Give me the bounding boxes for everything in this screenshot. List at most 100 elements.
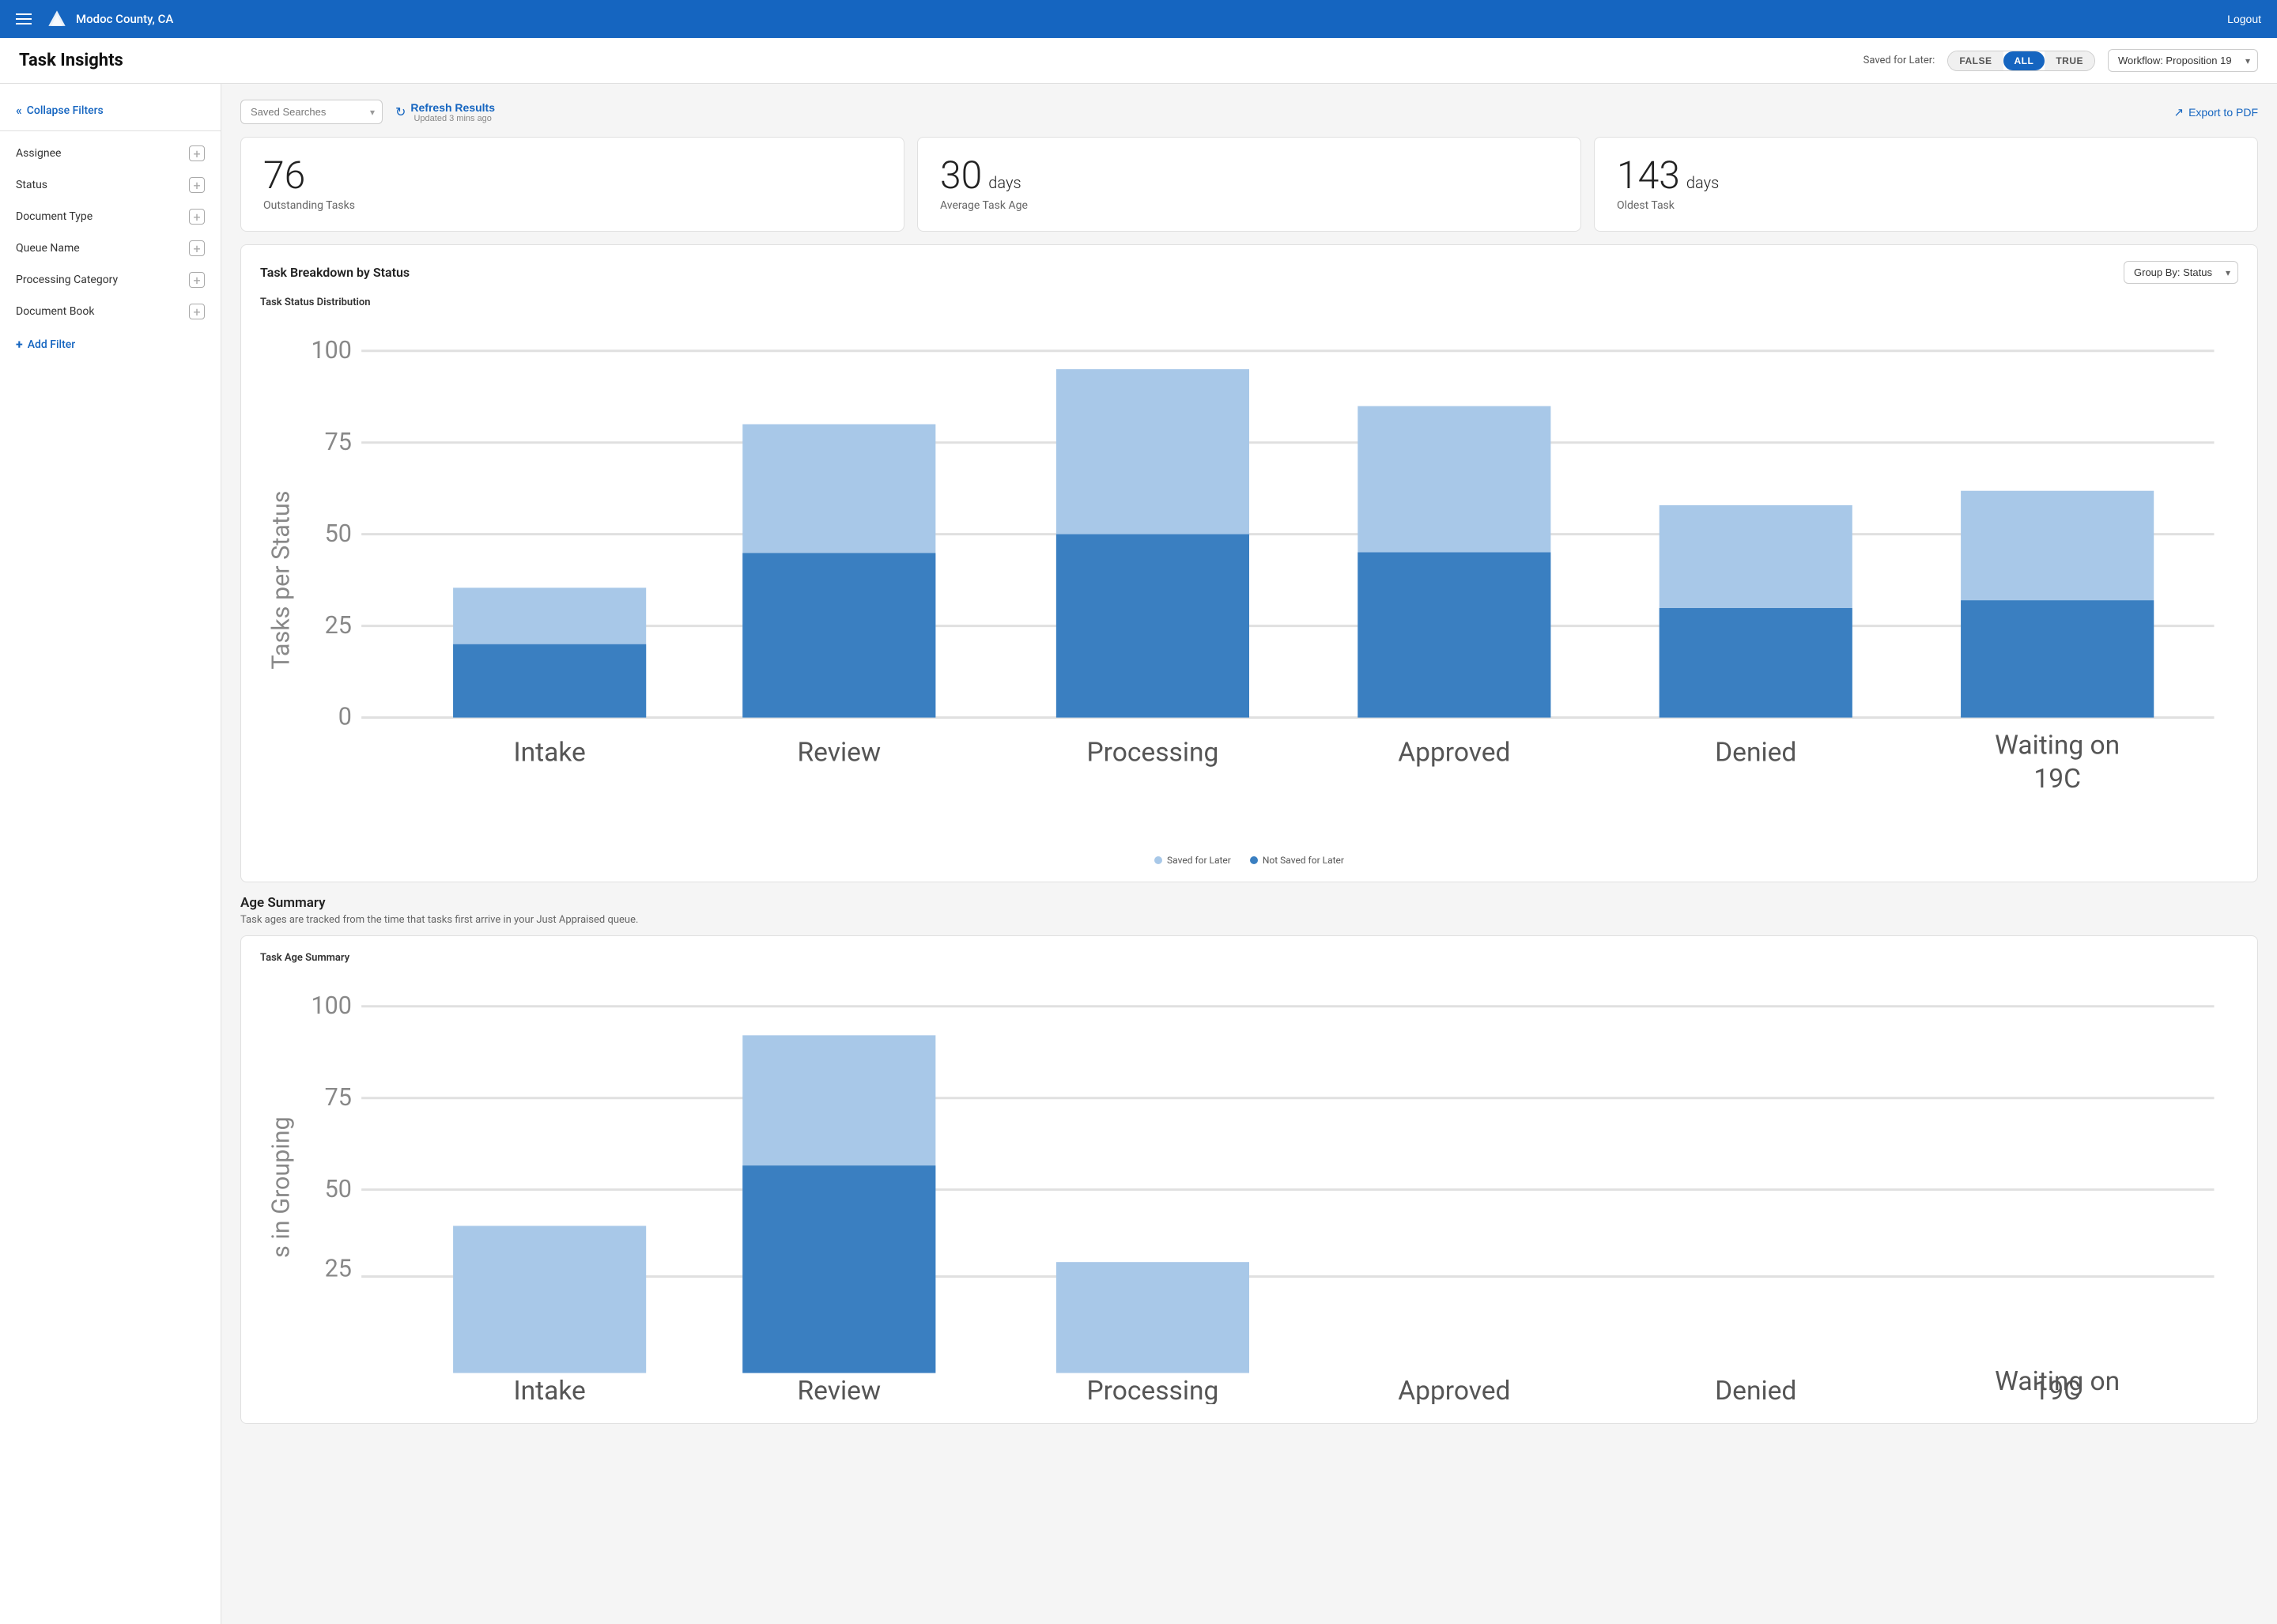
filter-assignee[interactable]: Assignee +	[0, 138, 221, 169]
svg-text:Tasks per Status: Tasks per Status	[268, 491, 296, 670]
filter-document-book[interactable]: Document Book +	[0, 296, 221, 327]
svg-text:0: 0	[338, 704, 352, 731]
legend-saved-dot	[1154, 856, 1162, 864]
age-bar-processing	[1056, 1262, 1249, 1373]
toggle-true[interactable]: TRUE	[2045, 51, 2094, 70]
group-by-select[interactable]: Group By: Status	[2124, 261, 2238, 284]
export-pdf-button[interactable]: ↗ Export to PDF	[2174, 105, 2259, 119]
filter-queue-name[interactable]: Queue Name +	[0, 232, 221, 264]
filter-document-type[interactable]: Document Type +	[0, 201, 221, 232]
svg-text:50: 50	[325, 1176, 352, 1203]
collapse-filters-button[interactable]: « Collapse Filters	[0, 96, 221, 131]
filter-document-book-label: Document Book	[16, 305, 95, 318]
filter-document-type-label: Document Type	[16, 210, 93, 223]
age-summary-chart-card: Task Age Summary 100 75 50 25 s in Group…	[240, 935, 2258, 1424]
bar-waiting-not-saved	[1961, 600, 2154, 717]
stat-oldest-number-row: 143 days	[1617, 157, 2235, 195]
nav-left: Modoc County, CA	[16, 6, 173, 32]
filter-status[interactable]: Status +	[0, 169, 221, 201]
age-summary-subtitle: Task ages are tracked from the time that…	[240, 914, 2258, 926]
nav-title: Modoc County, CA	[76, 12, 173, 26]
stat-outstanding-label: Outstanding Tasks	[263, 199, 882, 212]
filter-processing-category[interactable]: Processing Category +	[0, 264, 221, 296]
age-summary-title: Age Summary	[240, 895, 2258, 911]
stat-average-number: 30	[940, 157, 982, 195]
svg-text:Processing: Processing	[1087, 1376, 1219, 1404]
refresh-label-wrap: Refresh Results Updated 3 mins ago	[410, 101, 495, 123]
breakdown-chart-legend: Saved for Later Not Saved for Later	[260, 855, 2238, 866]
svg-text:19C: 19C	[2033, 764, 2081, 795]
stat-oldest-number: 143	[1617, 157, 1680, 195]
collapse-filters-label: Collapse Filters	[27, 104, 104, 117]
stat-average-label: Average Task Age	[940, 199, 1558, 212]
stat-outstanding-tasks: 76 Outstanding Tasks	[240, 137, 904, 232]
filter-processing-category-plus-icon[interactable]: +	[189, 272, 205, 288]
svg-text:25: 25	[325, 612, 352, 640]
top-nav: Modoc County, CA Logout	[0, 0, 2277, 38]
hamburger-menu[interactable]	[16, 13, 32, 25]
stat-oldest-unit: days	[1686, 173, 1719, 192]
breakdown-chart-svg: 100 75 50 25 0 Tasks per Status	[260, 315, 2238, 845]
filter-assignee-plus-icon[interactable]: +	[189, 145, 205, 161]
toolbar-left: Saved Searches ↻ Refresh Results Updated…	[240, 100, 495, 124]
workflow-dropdown[interactable]: Workflow: Proposition 19	[2108, 49, 2258, 72]
legend-saved-label: Saved for Later	[1167, 855, 1231, 866]
refresh-icon: ↻	[395, 104, 406, 120]
refresh-button[interactable]: ↻ Refresh Results Updated 3 mins ago	[395, 101, 495, 123]
toggle-false[interactable]: FALSE	[1948, 51, 2003, 70]
breakdown-chart-card: Task Breakdown by Status Group By: Statu…	[240, 244, 2258, 882]
breakdown-chart-container: 100 75 50 25 0 Tasks per Status	[260, 315, 2238, 866]
stats-row: 76 Outstanding Tasks 30 days Average Tas…	[240, 137, 2258, 232]
svg-text:Review: Review	[797, 1376, 881, 1404]
age-summary-inner-title: Task Age Summary	[260, 952, 2238, 964]
breakdown-chart-title: Task Breakdown by Status	[260, 265, 410, 280]
age-summary-section: Age Summary Task ages are tracked from t…	[240, 895, 2258, 1424]
bar-review-not-saved	[742, 553, 935, 717]
toggle-all[interactable]: ALL	[2003, 51, 2045, 70]
bar-processing-not-saved	[1056, 534, 1249, 718]
page-title: Task Insights	[19, 51, 123, 70]
svg-text:50: 50	[325, 520, 352, 548]
saved-for-later-label: Saved for Later:	[1864, 55, 1935, 66]
bar-approved-not-saved	[1358, 553, 1550, 718]
svg-text:75: 75	[325, 429, 352, 456]
filter-document-type-plus-icon[interactable]: +	[189, 209, 205, 225]
add-filter-plus-icon: +	[16, 337, 23, 352]
header-controls: Saved for Later: FALSE ALL TRUE Workflow…	[1864, 49, 2258, 72]
filter-status-plus-icon[interactable]: +	[189, 177, 205, 193]
main-layout: « Collapse Filters Assignee + Status + D…	[0, 84, 2277, 1624]
breakdown-chart-header: Task Breakdown by Status Group By: Statu…	[260, 261, 2238, 284]
bar-intake-not-saved	[453, 644, 646, 718]
filter-document-book-plus-icon[interactable]: +	[189, 304, 205, 319]
logo-area: Modoc County, CA	[44, 6, 173, 32]
svg-text:Intake: Intake	[513, 1376, 585, 1404]
logout-button[interactable]: Logout	[2227, 13, 2261, 25]
svg-text:100: 100	[312, 337, 352, 364]
refresh-label: Refresh Results	[410, 101, 495, 114]
logo-icon	[44, 6, 70, 32]
filter-status-label: Status	[16, 179, 47, 191]
stat-average-unit: days	[988, 173, 1021, 192]
svg-text:75: 75	[325, 1084, 352, 1112]
legend-not-saved-for-later: Not Saved for Later	[1250, 855, 1344, 866]
legend-not-saved-dot	[1250, 856, 1258, 864]
svg-text:Approved: Approved	[1398, 1376, 1510, 1404]
svg-text:Waiting on: Waiting on	[1995, 730, 2120, 761]
svg-text:Processing: Processing	[1087, 737, 1219, 768]
content-area: Saved Searches ↻ Refresh Results Updated…	[221, 84, 2277, 1624]
stat-outstanding-number: 76	[263, 157, 305, 195]
add-filter-button[interactable]: + Add Filter	[0, 327, 221, 361]
export-icon: ↗	[2174, 105, 2184, 119]
group-by-wrap: Group By: Status	[2124, 261, 2238, 284]
saved-searches-dropdown[interactable]: Saved Searches	[240, 100, 383, 124]
add-filter-label: Add Filter	[28, 338, 76, 351]
stat-oldest-label: Oldest Task	[1617, 199, 2235, 212]
svg-text:19C: 19C	[2033, 1376, 2081, 1404]
legend-not-saved-label: Not Saved for Later	[1263, 855, 1344, 866]
filter-queue-name-plus-icon[interactable]: +	[189, 240, 205, 256]
export-label: Export to PDF	[2188, 106, 2258, 119]
svg-text:Denied: Denied	[1715, 1376, 1796, 1404]
page-header: Task Insights Saved for Later: FALSE ALL…	[0, 38, 2277, 84]
svg-text:Review: Review	[797, 737, 881, 768]
workflow-select-wrap: Workflow: Proposition 19	[2108, 49, 2258, 72]
